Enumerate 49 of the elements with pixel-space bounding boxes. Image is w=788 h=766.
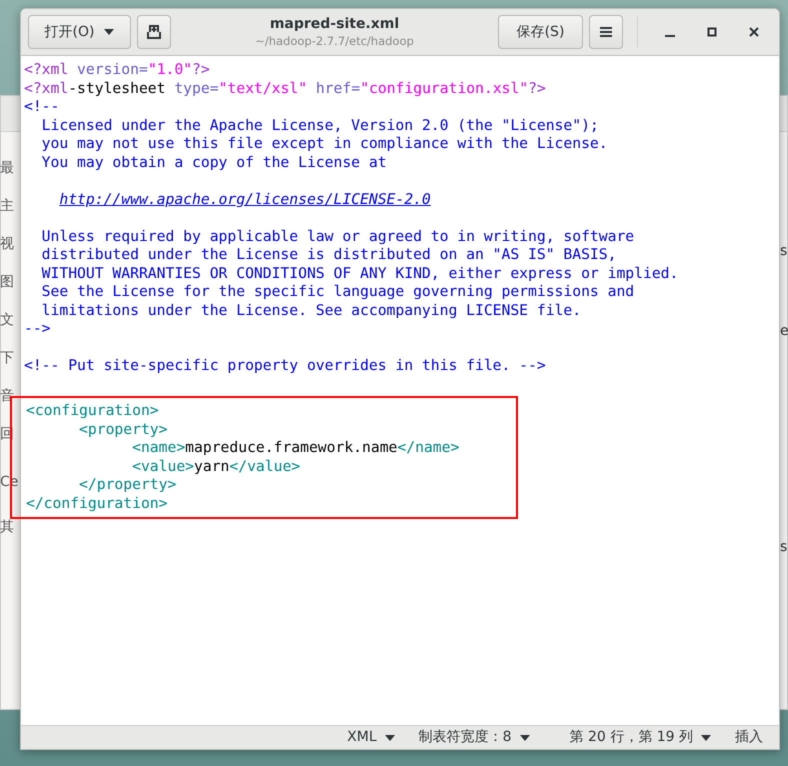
code-line: <name>mapreduce.framework.name</name> [131,439,460,456]
link[interactable]: http://www.apache.org/licenses/LICENSE-2.0 [59,190,431,208]
code-line: WITHOUT WARRANTIES OR CONDITIONS OF ANY KIND, either express or implied. [40,264,678,282]
sidebar-item[interactable]: 其 [0,508,14,546]
caret-icon [701,734,711,740]
menu-button[interactable] [589,15,623,49]
code-line: distributed under the License is distributed on an "AS IS" BASIS, [40,246,616,263]
code-line: <?xml-stylesheet type="text/xsl" href="configuration.xsl"?> [24,80,546,96]
code-line: --> [24,320,51,337]
code-line: Licensed under the Apache License, Version 2.0 (the "License"); [40,116,599,134]
label-fragment: s [780,242,788,261]
menu-icon [600,27,612,37]
code-line: <!-- Put site-specific property overrides in this file. --> [24,357,546,374]
code-line: Unless required by applicable law or agreed to in writing, software [40,228,634,244]
cursor-position-selector[interactable]: 第 20 行，第 19 列 [570,727,711,748]
label-fragment: e [780,322,788,341]
sidebar-item[interactable]: 下 [0,339,14,377]
new-document-button[interactable] [137,15,171,49]
code-line: <!-- [24,98,60,115]
code-line: <property> [78,420,168,438]
code-line: <?xml version="1.0"?> [24,61,210,78]
save-button[interactable]: 保存(S) [498,15,583,49]
sidebar-item[interactable]: 最 [0,149,14,187]
caret-icon [384,734,395,740]
code-line: you may not use this file except in compliance with the License. [40,135,608,152]
open-button[interactable]: 打开(O) [28,15,131,49]
caret-icon [520,734,530,740]
caret-icon [104,29,114,35]
sidebar-item[interactable]: 主 [0,187,14,225]
new-document-icon [146,24,162,40]
insert-mode: 插入 [735,728,763,747]
sidebar-item[interactable]: 文 [0,301,14,339]
code-line: <value>yarn</value> [131,458,300,474]
tab-width-selector[interactable]: 制表符宽度：8 [418,727,530,748]
language-selector[interactable]: XML [347,727,395,748]
minimize-icon [665,35,675,37]
maximize-icon [707,27,717,37]
code-line: See the License for the specific language governing permissions and [40,283,634,300]
code-line: limitations under the License. See accompanying LICENSE file. [40,302,582,318]
label-fragment: s [780,538,788,557]
sidebar-item[interactable]: 图 [0,263,14,301]
file-path: ~/hadoop-2.7.7/etc/hadoop [255,33,414,49]
sidebar-item[interactable]: 视 [0,225,14,263]
code-line: <configuration> [26,402,159,419]
window-title: mapred-site.xml [270,15,400,33]
code-line: </property> [78,476,176,493]
code-line: </configuration> [26,494,168,512]
code-line: You may obtain a copy of the License at [40,154,387,170]
close-icon [749,27,759,37]
